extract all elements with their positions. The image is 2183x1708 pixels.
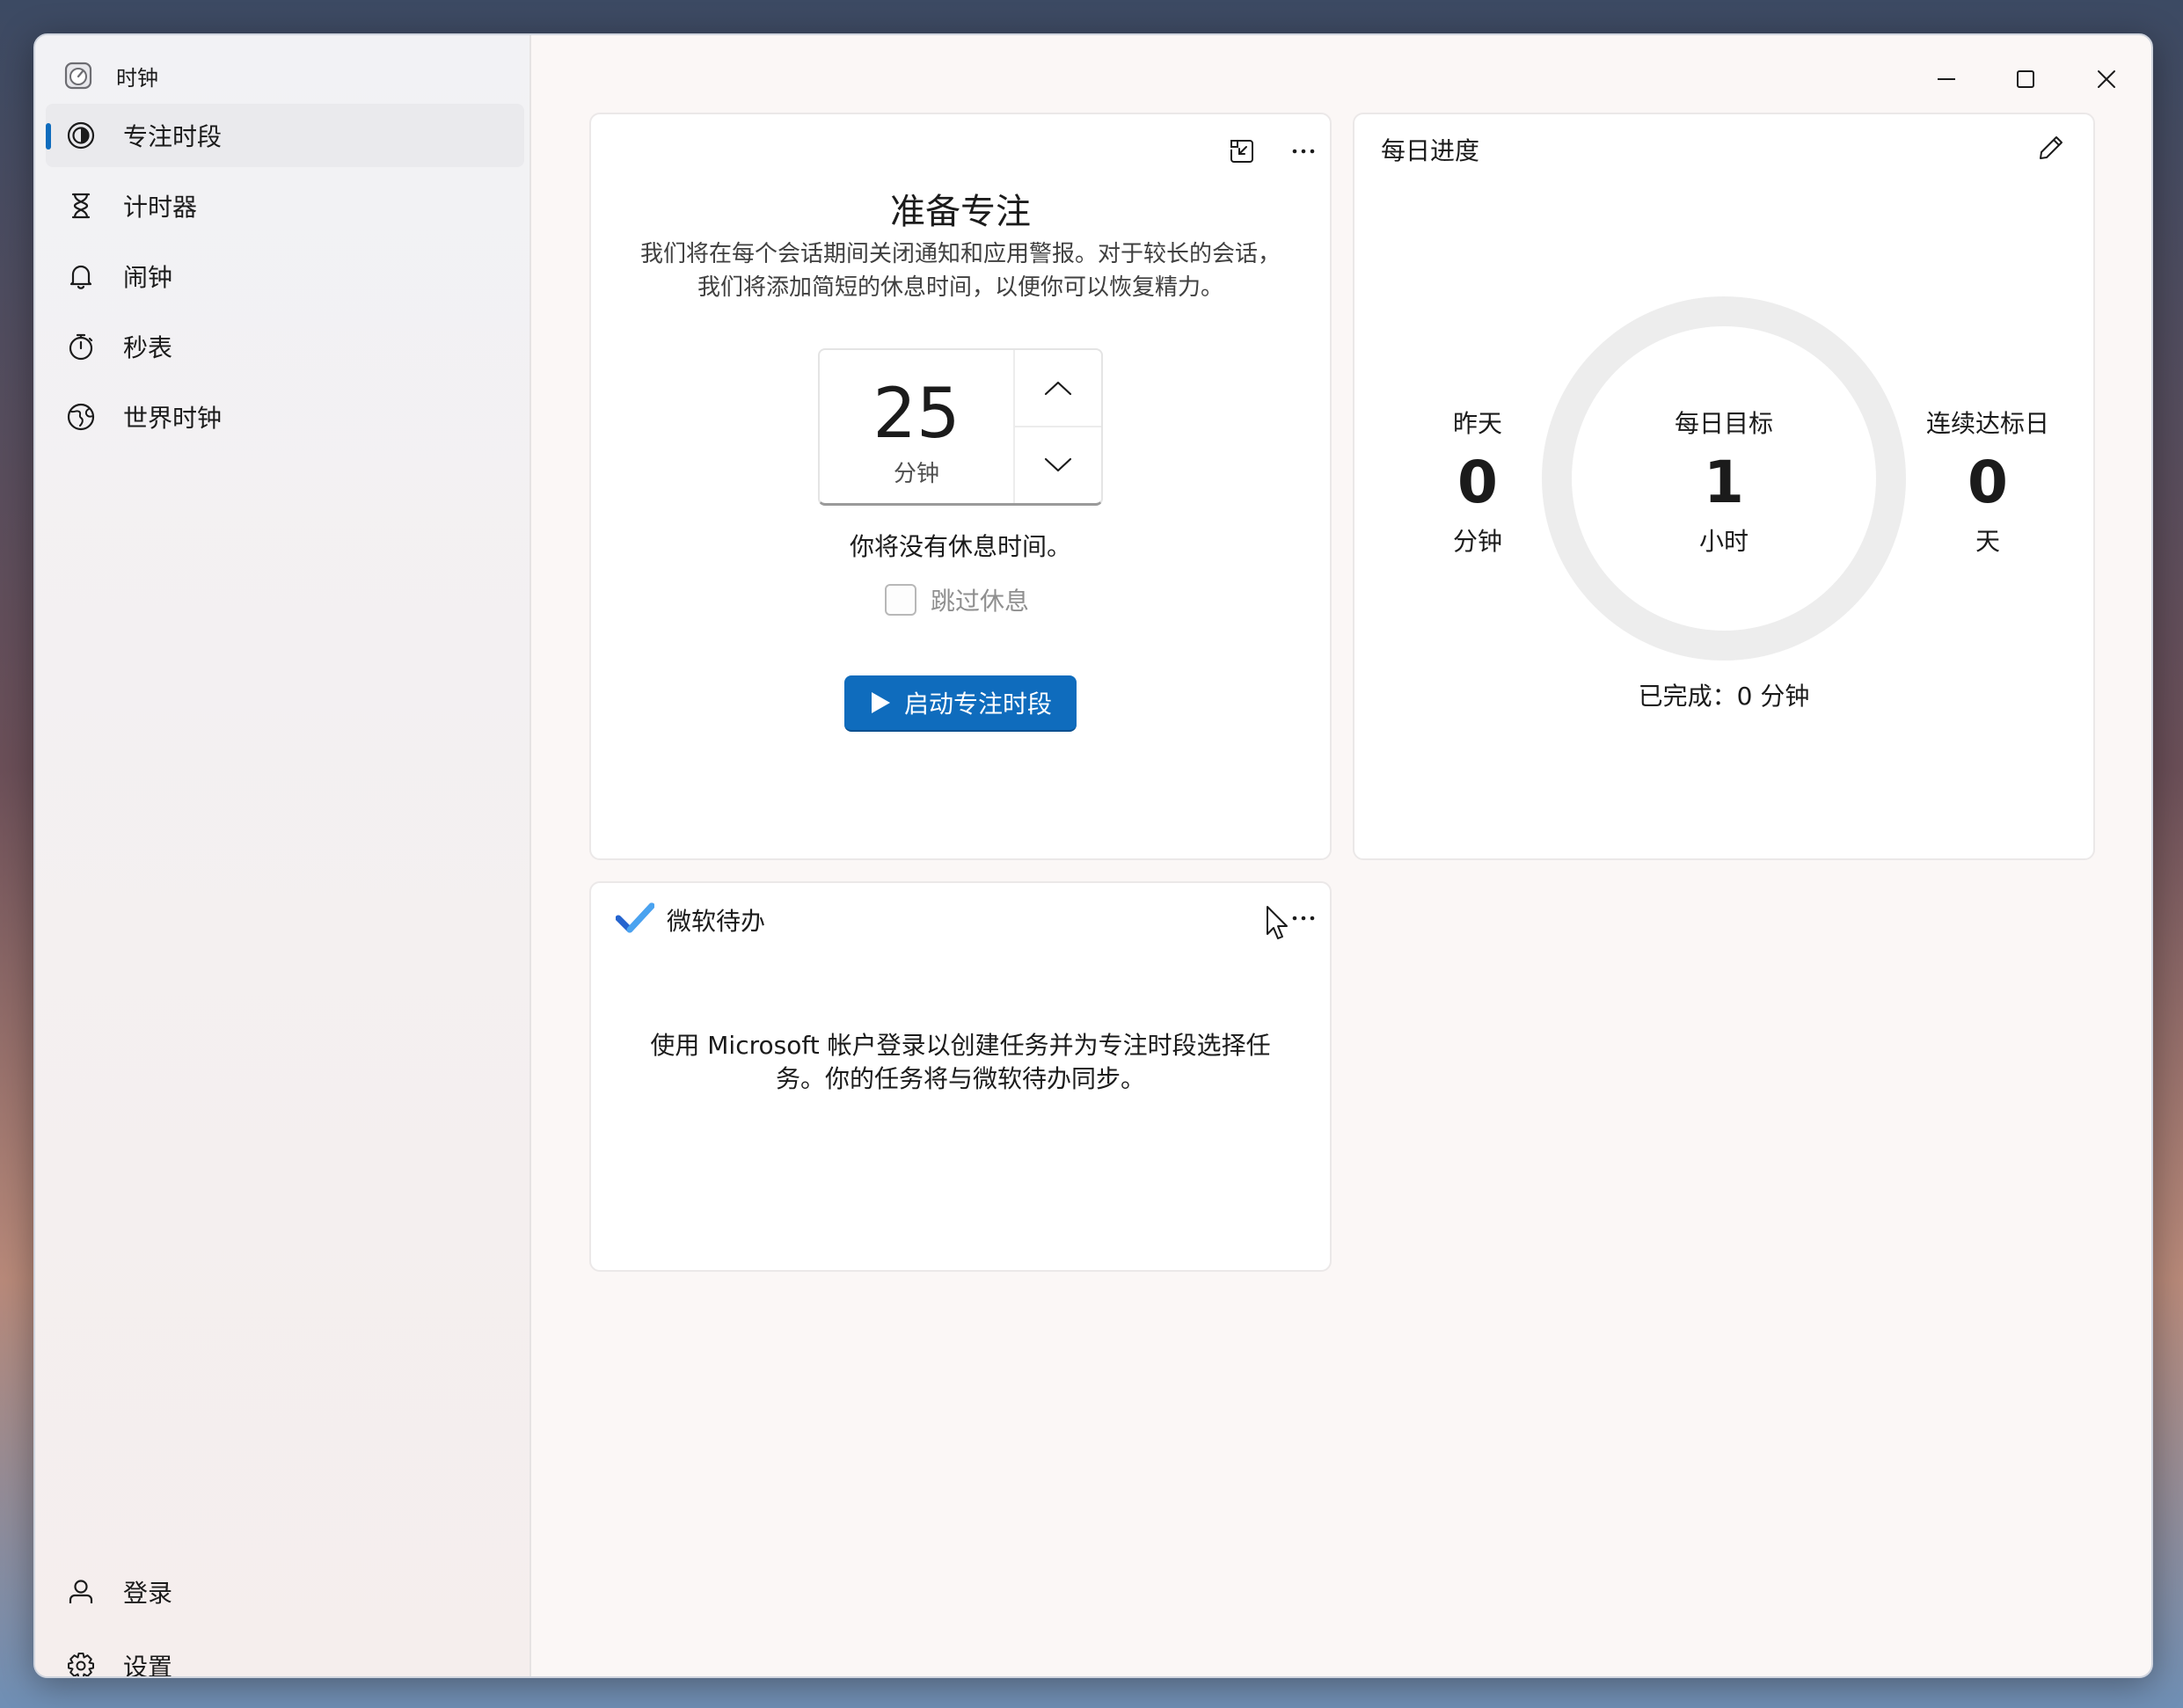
daily-progress-card: 每日进度 昨天 0 分钟 每日目标 1 小时 连续达标日 0 天 已完成：0 分…: [1353, 113, 2095, 860]
break-info: 你将没有休息时间。: [849, 532, 1071, 561]
decrease-duration-button[interactable]: [1015, 427, 1101, 503]
daily-goal-value: 1: [1704, 449, 1744, 516]
app-title-bar: 时钟: [63, 55, 158, 97]
active-indicator: [46, 123, 51, 150]
sidebar-item-label: 秒表: [123, 333, 173, 362]
skip-break-label[interactable]: 跳过休息: [931, 582, 1029, 617]
todo-title: 微软待办: [667, 907, 766, 936]
clock-app-icon: [63, 61, 93, 91]
streak-stat: 连续达标日 0 天: [1900, 405, 2076, 558]
increase-duration-button[interactable]: [1015, 350, 1101, 426]
close-button[interactable]: [2076, 53, 2137, 106]
chevron-up-icon: [1043, 379, 1073, 397]
hourglass-icon: [65, 190, 97, 222]
play-icon: [869, 690, 892, 715]
todo-check-icon: [616, 901, 654, 936]
compact-overlay-icon: [1228, 137, 1256, 165]
daily-progress-title: 每日进度: [1381, 136, 1480, 165]
clock-window: 时钟 专注时段 计时器 闹钟 秒表 世界时钟 登录 设置 准备专注 我们将在每个…: [33, 33, 2153, 1678]
skip-break-checkbox[interactable]: [885, 584, 916, 616]
start-focus-button[interactable]: 启动专注时段: [844, 675, 1077, 732]
minimize-icon: [1936, 69, 1957, 90]
stopwatch-icon: [65, 331, 97, 362]
todo-description: 使用 Microsoft 帐户登录以创建任务并为专注时段选择任务。你的任务将与微…: [650, 1031, 1271, 1093]
globe-icon: [65, 401, 97, 433]
compact-view-button[interactable]: [1221, 130, 1263, 172]
duration-value[interactable]: 25: [820, 375, 1013, 454]
maximize-icon: [2015, 69, 2036, 90]
duration-unit: 分钟: [893, 461, 939, 487]
completed-text: 已完成：0 分钟: [1638, 682, 1810, 711]
focus-icon: [65, 120, 97, 151]
sidebar-item-label: 专注时段: [123, 122, 223, 151]
daily-goal-stat[interactable]: 每日目标 1 小时: [1636, 405, 1812, 558]
yesterday-stat: 昨天 0 分钟: [1398, 405, 1557, 558]
streak-value: 0: [1968, 449, 2008, 516]
todo-card: 微软待办 使用 Microsoft 帐户登录以创建任务并为专注时段选择任务。你的…: [589, 881, 1332, 1272]
sidebar-item-stopwatch[interactable]: 秒表: [46, 315, 524, 378]
close-icon: [2096, 69, 2117, 90]
sidebar-item-alarm[interactable]: 闹钟: [46, 245, 524, 308]
focus-session-card: 准备专注 我们将在每个会话期间关闭通知和应用警报。对于较长的会话，我们将添加简短…: [589, 113, 1332, 860]
focus-heading: 准备专注: [890, 192, 1031, 232]
skip-break-option[interactable]: 跳过休息: [885, 582, 1029, 617]
gear-icon: [65, 1650, 97, 1676]
start-focus-label: 启动专注时段: [903, 690, 1052, 719]
streak-unit: 天: [1975, 527, 2000, 556]
more-icon: [1289, 137, 1318, 165]
sidebar-item-settings[interactable]: 设置: [46, 1634, 524, 1678]
sidebar-item-label: 闹钟: [123, 263, 173, 292]
yesterday-unit: 分钟: [1452, 527, 1502, 556]
yesterday-label: 昨天: [1452, 409, 1502, 438]
sidebar-item-label: 登录: [123, 1579, 173, 1608]
sidebar-item-world-clock[interactable]: 世界时钟: [46, 385, 524, 449]
sidebar-item-label: 世界时钟: [123, 404, 223, 433]
daily-goal-unit: 小时: [1698, 527, 1749, 556]
chevron-down-icon: [1043, 456, 1073, 474]
app-title: 时钟: [116, 65, 158, 91]
maximize-button[interactable]: [1995, 53, 2056, 106]
mouse-cursor-icon: [1265, 904, 1291, 941]
edit-goal-button[interactable]: [2030, 127, 2072, 169]
sidebar-item-focus[interactable]: 专注时段: [46, 104, 524, 167]
streak-label: 连续达标日: [1925, 409, 2049, 438]
bell-icon: [65, 260, 97, 292]
sidebar-item-timer[interactable]: 计时器: [46, 174, 524, 237]
sidebar: 时钟 专注时段 计时器 闹钟 秒表 世界时钟 登录 设置: [35, 35, 531, 1676]
pencil-icon: [2037, 134, 2065, 162]
minimize-button[interactable]: [1916, 53, 1977, 106]
sidebar-item-label: 计时器: [123, 193, 198, 222]
person-icon: [65, 1576, 97, 1608]
yesterday-value: 0: [1457, 449, 1498, 516]
focus-description: 我们将在每个会话期间关闭通知和应用警报。对于较长的会话，我们将添加简短的休息时间…: [639, 241, 1281, 301]
more-options-button[interactable]: [1282, 130, 1325, 172]
more-icon: [1289, 904, 1318, 932]
daily-goal-label: 每日目标: [1674, 409, 1773, 438]
sidebar-item-label: 设置: [123, 1653, 173, 1678]
duration-stepper[interactable]: 25 分钟: [818, 348, 1103, 506]
sidebar-item-sign-in[interactable]: 登录: [46, 1560, 524, 1624]
